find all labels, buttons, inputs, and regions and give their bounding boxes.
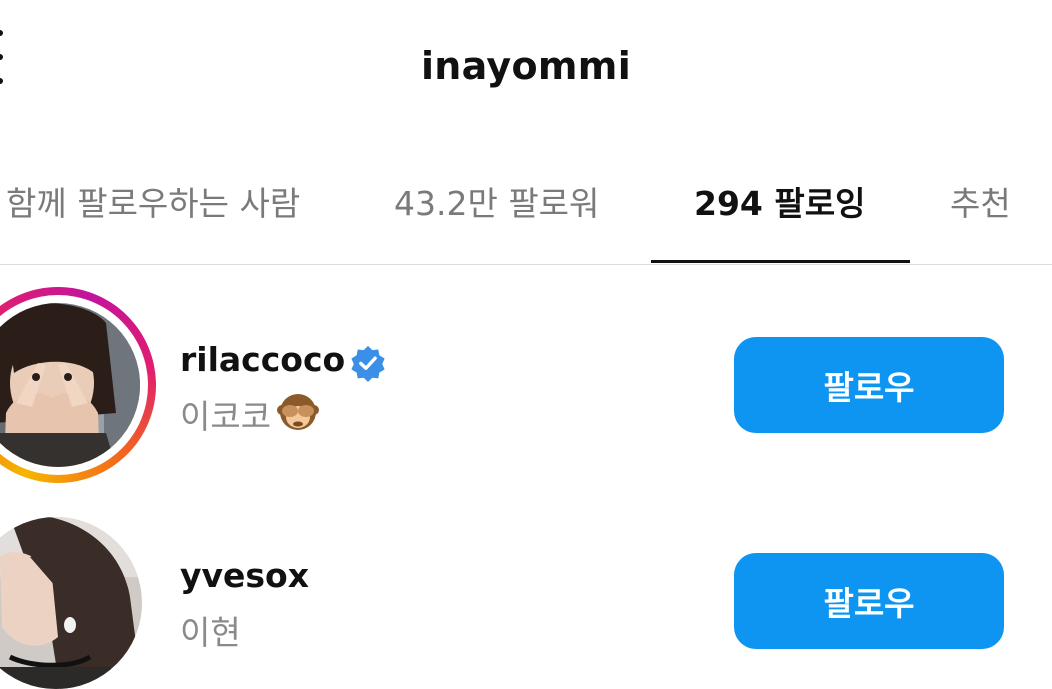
account-display-name: 이코코 <box>180 397 272 436</box>
account-username[interactable]: yvesox <box>180 556 309 595</box>
tab-followers[interactable]: 43.2만 팔로워 <box>394 177 599 225</box>
follow-button[interactable]: 팔로우 <box>734 553 1004 649</box>
tab-suggested[interactable]: 추천 <box>950 177 1011 225</box>
verified-badge-icon <box>351 345 385 382</box>
header: inayommi <box>0 0 1052 140</box>
tab-following[interactable]: 294 팔로잉 <box>694 177 865 225</box>
follow-button[interactable]: 팔로우 <box>734 337 1004 433</box>
profile-username-title: inayommi <box>420 44 632 88</box>
tab-mutual-followers[interactable]: 함께 팔로우하는 사람 <box>6 177 300 225</box>
avatar <box>0 303 140 467</box>
see-no-evil-monkey-icon <box>277 394 319 430</box>
avatar[interactable] <box>0 517 142 689</box>
active-tab-indicator <box>651 260 910 263</box>
account-display-name: 이현 <box>180 613 241 652</box>
follow-tabs: 함께 팔로우하는 사람 43.2만 팔로워 294 팔로잉 추천 <box>0 165 1052 265</box>
story-ring[interactable] <box>0 287 156 483</box>
account-username[interactable]: rilaccoco <box>180 340 345 379</box>
